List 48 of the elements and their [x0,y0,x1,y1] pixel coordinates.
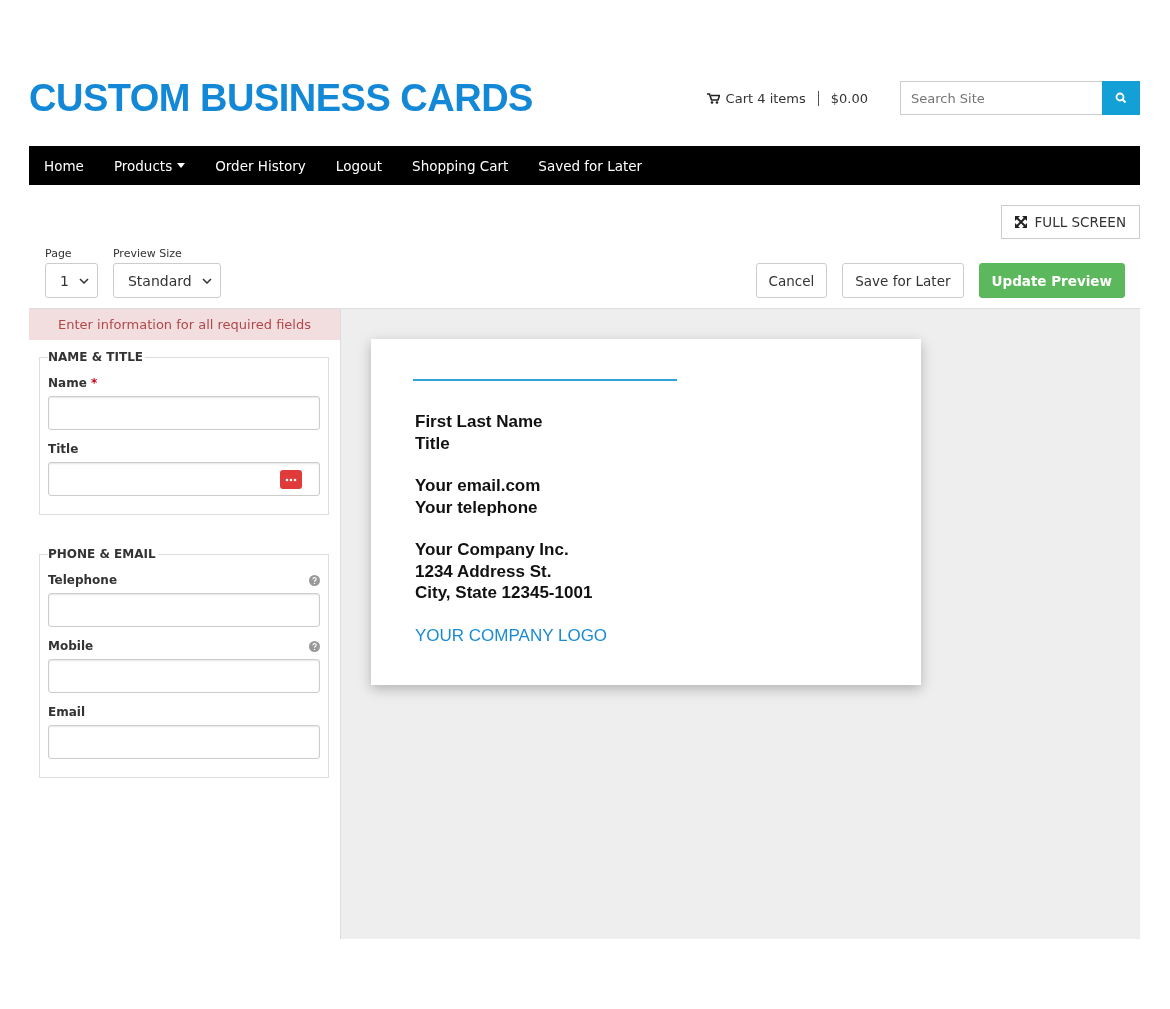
card-text: Title [414,432,451,454]
logo-placeholder-text: YOUR COMPANY LOGO [414,624,609,646]
card-text: Your telephone [414,496,539,518]
text-input-field[interactable] [48,593,320,627]
fullscreen-button[interactable]: FULL SCREEN [1001,205,1140,239]
cart-icon [706,92,720,104]
action-button[interactable]: Save for Later [842,263,964,298]
search-field[interactable]: Search Site [900,81,1102,115]
dropdown-select[interactable]: Standard [112,263,221,298]
nav-link[interactable]: Products [113,157,186,174]
select-label: Preview Size [112,247,183,260]
field-label: Telephone [48,573,118,587]
search-button[interactable] [1102,81,1140,115]
nav-link[interactable]: Saved for Later [538,157,643,174]
text-input-field[interactable] [48,396,320,430]
field-label: Email [48,705,86,719]
cart-total: $0.00 [829,90,869,106]
section-legend: NAME & TITLE [48,350,145,364]
text-input-field[interactable] [48,725,320,759]
chevron-down-icon [78,277,89,284]
password-manager-icon[interactable] [280,470,302,489]
select-label: Page [45,247,73,260]
text-input-field[interactable] [48,462,320,496]
field-label: Name * [48,376,98,390]
card-text: 1234 Address St. [414,560,553,582]
nav-link[interactable]: Logout [335,157,383,174]
dropdown-select[interactable]: 1 [45,263,98,298]
text-input-field[interactable] [48,659,320,693]
nav-link[interactable]: Shopping Cart [412,157,509,174]
nav-link[interactable]: Order History [215,157,306,174]
card-text: City, State 12345-1001 [414,582,594,604]
field-label: Title [48,442,79,456]
nav-link[interactable]: Home [44,157,84,174]
card-text: Your Company Inc. [414,539,570,561]
caret-icon [177,163,186,168]
error-alert: Enter information for all required fields [29,309,340,340]
card-text: First Last Name [414,411,544,433]
help-icon[interactable] [309,640,320,652]
section-legend: PHONE & EMAIL [48,547,158,561]
card-text: Your email.com [414,475,542,497]
action-button[interactable]: Cancel [755,263,828,298]
cart-link[interactable]: Cart 4 items [706,90,819,106]
expand-icon [1015,216,1028,228]
search-icon [1115,92,1127,104]
help-icon[interactable] [309,574,320,586]
chevron-down-icon [201,277,212,284]
field-label: Mobile [48,639,94,653]
site-title: CUSTOM BUSINESS CARDS [29,76,534,120]
